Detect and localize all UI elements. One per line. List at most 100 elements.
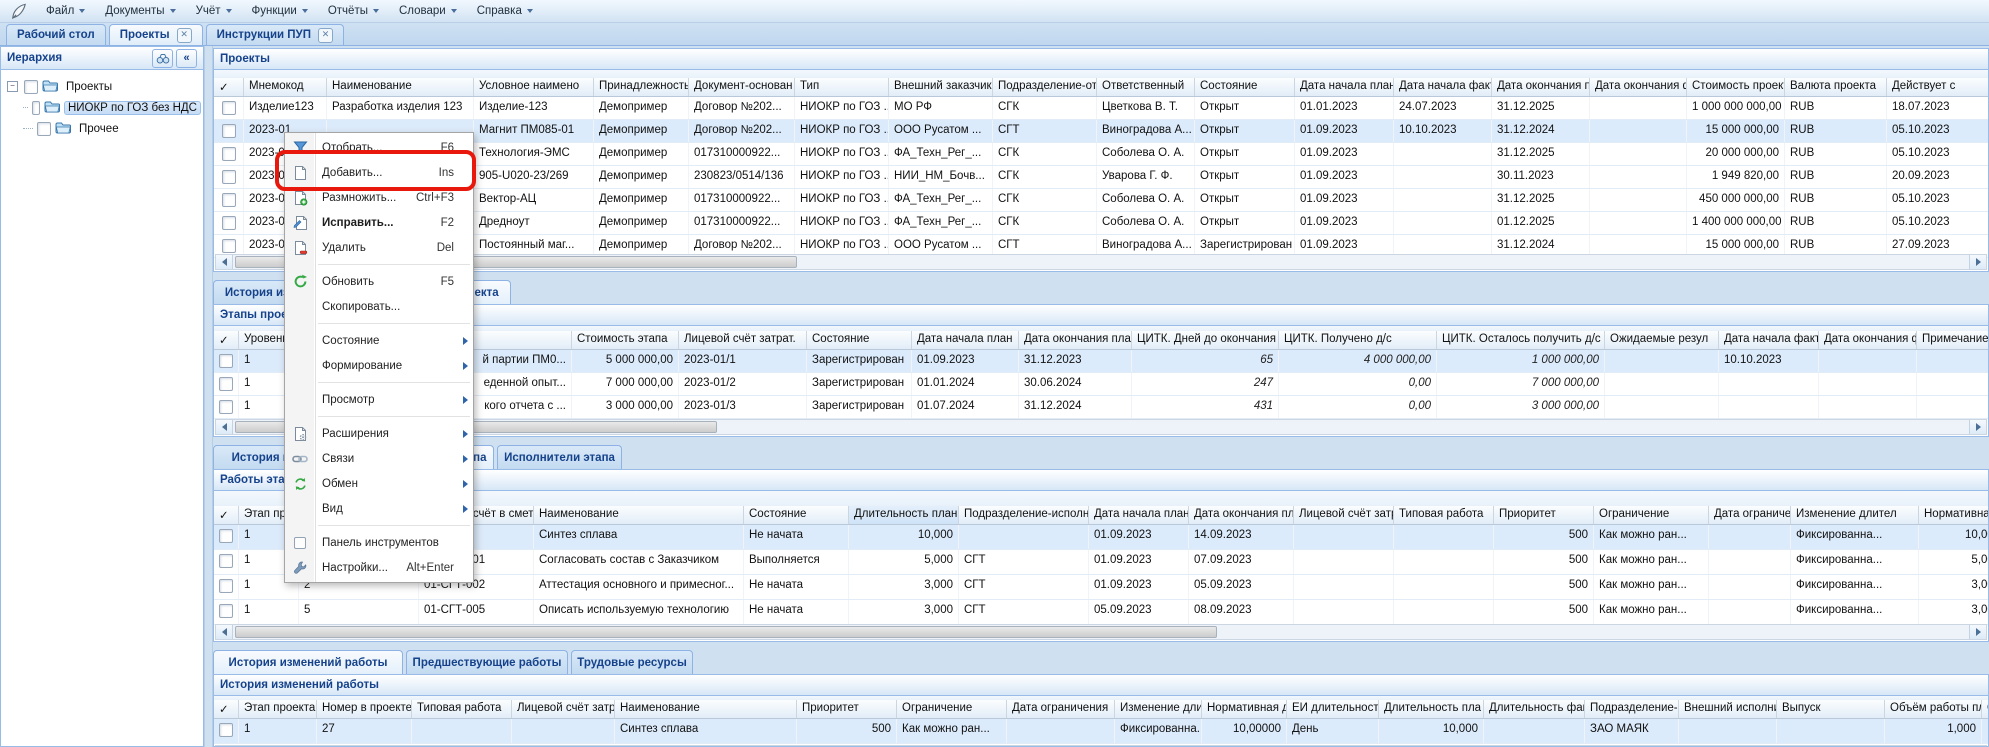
grid-cell[interactable]: 7 000 000,00 bbox=[1437, 373, 1605, 395]
grid-cell[interactable]: Виноградова А... bbox=[1097, 120, 1195, 142]
grid-cell[interactable] bbox=[512, 719, 615, 743]
stages-horizontal-scrollbar[interactable] bbox=[215, 419, 1987, 435]
column-header[interactable]: Дата окончания пл bbox=[1492, 78, 1590, 96]
grid-cell[interactable]: Синтез сплава bbox=[615, 719, 797, 743]
column-header[interactable]: Состояние bbox=[744, 506, 849, 524]
grid-cell[interactable] bbox=[1394, 600, 1494, 624]
column-header[interactable]: Действует с bbox=[1887, 78, 1989, 96]
column-header[interactable]: Типовая работа bbox=[412, 700, 512, 718]
row-checkbox[interactable] bbox=[222, 147, 236, 161]
row-checkbox[interactable] bbox=[219, 723, 233, 737]
column-header[interactable]: Номер в проекте bbox=[317, 700, 412, 718]
grid-cell[interactable]: RUB bbox=[1785, 120, 1887, 142]
grid-cell[interactable]: 20.09.2023 bbox=[1887, 166, 1989, 188]
grid-cell[interactable]: 27 bbox=[317, 719, 412, 743]
grid-cell[interactable] bbox=[1777, 719, 1885, 743]
tree-node-checkbox[interactable] bbox=[37, 122, 51, 136]
column-header[interactable]: ЦИТК. Дней до окончания bbox=[1132, 331, 1279, 349]
grid-cell[interactable]: СГК bbox=[993, 97, 1097, 119]
column-header[interactable]: Длительность пла bbox=[1379, 700, 1484, 718]
column-header[interactable]: Дата окончания план bbox=[1189, 506, 1294, 524]
grid-cell[interactable] bbox=[214, 350, 239, 372]
column-header[interactable]: ✓ bbox=[214, 506, 239, 524]
column-header[interactable]: Дата начала план bbox=[912, 331, 1019, 349]
column-header[interactable]: Ответственный bbox=[1097, 78, 1195, 96]
grid-cell[interactable]: Аттестация основного и примесног... bbox=[534, 575, 744, 599]
table-row[interactable]: 1й партии ПМ0...5 000 000,002023-01/1Зар… bbox=[214, 350, 1989, 373]
row-checkbox[interactable] bbox=[219, 354, 233, 368]
grid-cell[interactable]: 31.12.2025 bbox=[1492, 189, 1590, 211]
grid-cell[interactable]: RUB bbox=[1785, 166, 1887, 188]
grid-cell[interactable]: 905-U020-23/269 bbox=[474, 166, 594, 188]
grid-cell[interactable]: 3,00000 bbox=[1919, 575, 1989, 599]
grid-cell[interactable]: Фиксированна... bbox=[1115, 719, 1202, 743]
grid-cell[interactable]: 01-СГТ-005 bbox=[419, 600, 534, 624]
context-menu-item[interactable]: Исправить...F2 bbox=[285, 210, 473, 235]
grid-cell[interactable]: 5,000 bbox=[849, 550, 959, 574]
table-row[interactable]: Изделие123Разработка изделия 123Изделие-… bbox=[214, 97, 1989, 120]
grid-cell[interactable] bbox=[214, 600, 239, 624]
grid-cell[interactable]: Дредноут bbox=[474, 212, 594, 234]
column-header[interactable]: Дата начала факт bbox=[1719, 331, 1819, 349]
grid-cell[interactable]: Магнит ПМ085-01 bbox=[474, 120, 594, 142]
grid-cell[interactable]: 10.10.2023 bbox=[1719, 350, 1819, 372]
grid-cell[interactable]: Согласовать состав с Заказчиком bbox=[534, 550, 744, 574]
grid-cell[interactable]: ЗАО МАЯК bbox=[1585, 719, 1679, 743]
grid-cell[interactable] bbox=[214, 396, 239, 418]
grid-cell[interactable]: 2023-01/1 bbox=[679, 350, 807, 372]
grid-cell[interactable]: 10,00000 bbox=[1202, 719, 1287, 743]
scrollbar-thumb[interactable] bbox=[235, 626, 1217, 638]
grid-cell[interactable]: НИОКР по ГОЗ ... bbox=[795, 189, 889, 211]
grid-cell[interactable]: 5 000 000,00 bbox=[572, 350, 679, 372]
grid-cell[interactable]: Изделие123 bbox=[244, 97, 327, 119]
grid-cell[interactable]: 0,00 bbox=[1279, 396, 1437, 418]
grid-cell[interactable]: Демопример bbox=[594, 120, 689, 142]
column-header[interactable]: Дата окончания ф bbox=[1819, 331, 1917, 349]
column-header[interactable]: ЕИ длительности bbox=[1287, 700, 1379, 718]
column-header[interactable]: Стоимость этапа bbox=[572, 331, 679, 349]
grid-cell[interactable]: Соболева О. А. bbox=[1097, 212, 1195, 234]
grid-cell[interactable]: 01.09.2023 bbox=[1295, 189, 1394, 211]
grid-cell[interactable] bbox=[214, 550, 239, 574]
context-menu-item[interactable]: ОбновитьF5 bbox=[285, 269, 473, 294]
grid-cell[interactable]: Фиксированна... bbox=[1791, 550, 1919, 574]
grid-cell[interactable]: Фиксированна... bbox=[1791, 525, 1919, 549]
grid-cell[interactable]: НИОКР по ГОЗ ... bbox=[795, 212, 889, 234]
tab-close-icon[interactable]: ✕ bbox=[177, 28, 192, 43]
grid-cell[interactable]: 1,000 bbox=[1885, 719, 1982, 743]
tab-close-icon[interactable]: ✕ bbox=[318, 28, 333, 43]
table-row[interactable]: 2023-02Технология-ЭМСДемопример017310000… bbox=[214, 143, 1989, 166]
grid-cell[interactable]: Демопример bbox=[594, 189, 689, 211]
grid-cell[interactable]: 31.12.2023 bbox=[1019, 350, 1132, 372]
context-menu-item[interactable]: Панель инструментов bbox=[285, 530, 473, 555]
grid-cell[interactable] bbox=[214, 575, 239, 599]
grid-cell[interactable] bbox=[1394, 575, 1494, 599]
grid-cell[interactable]: 18.07.2023 bbox=[1887, 97, 1989, 119]
column-header[interactable]: Наименование bbox=[534, 506, 744, 524]
grid-cell[interactable]: 08.09.2023 bbox=[1189, 600, 1294, 624]
grid-cell[interactable] bbox=[1819, 373, 1917, 395]
tree-node[interactable]: НИОКР по ГОЗ без НДС bbox=[3, 97, 201, 118]
grid-cell[interactable]: 05.09.2023 bbox=[1089, 600, 1189, 624]
row-checkbox[interactable] bbox=[219, 579, 233, 593]
grid-cell[interactable]: СГТ bbox=[959, 600, 1089, 624]
column-header[interactable]: Нормативная длит bbox=[1919, 506, 1989, 524]
grid-cell[interactable]: 20 000 000,00 bbox=[1687, 143, 1785, 165]
grid-cell[interactable]: 1 949 820,00 bbox=[1687, 166, 1785, 188]
row-checkbox[interactable] bbox=[222, 216, 236, 230]
column-header[interactable]: Ограничение bbox=[1594, 506, 1709, 524]
column-header[interactable]: Ограничение bbox=[897, 700, 1007, 718]
column-header[interactable]: Мнемокод bbox=[244, 78, 327, 96]
grid-cell[interactable]: Договор №202... bbox=[689, 97, 795, 119]
menubar-item[interactable]: Функции bbox=[242, 2, 318, 20]
grid-cell[interactable]: Уварова Г. Ф. bbox=[1097, 166, 1195, 188]
grid-cell[interactable]: 01.09.2023 bbox=[1089, 575, 1189, 599]
context-menu-item[interactable]: Связи bbox=[285, 446, 473, 471]
column-header[interactable]: Лицевой счёт затр bbox=[1294, 506, 1394, 524]
grid-cell[interactable]: 017310000922... bbox=[689, 189, 795, 211]
grid-cell[interactable] bbox=[214, 719, 239, 743]
grid-cell[interactable]: Не начата bbox=[744, 525, 849, 549]
grid-cell[interactable]: 01.09.2023 bbox=[912, 350, 1019, 372]
grid-cell[interactable] bbox=[1605, 373, 1719, 395]
scroll-right-button[interactable] bbox=[1969, 420, 1986, 434]
